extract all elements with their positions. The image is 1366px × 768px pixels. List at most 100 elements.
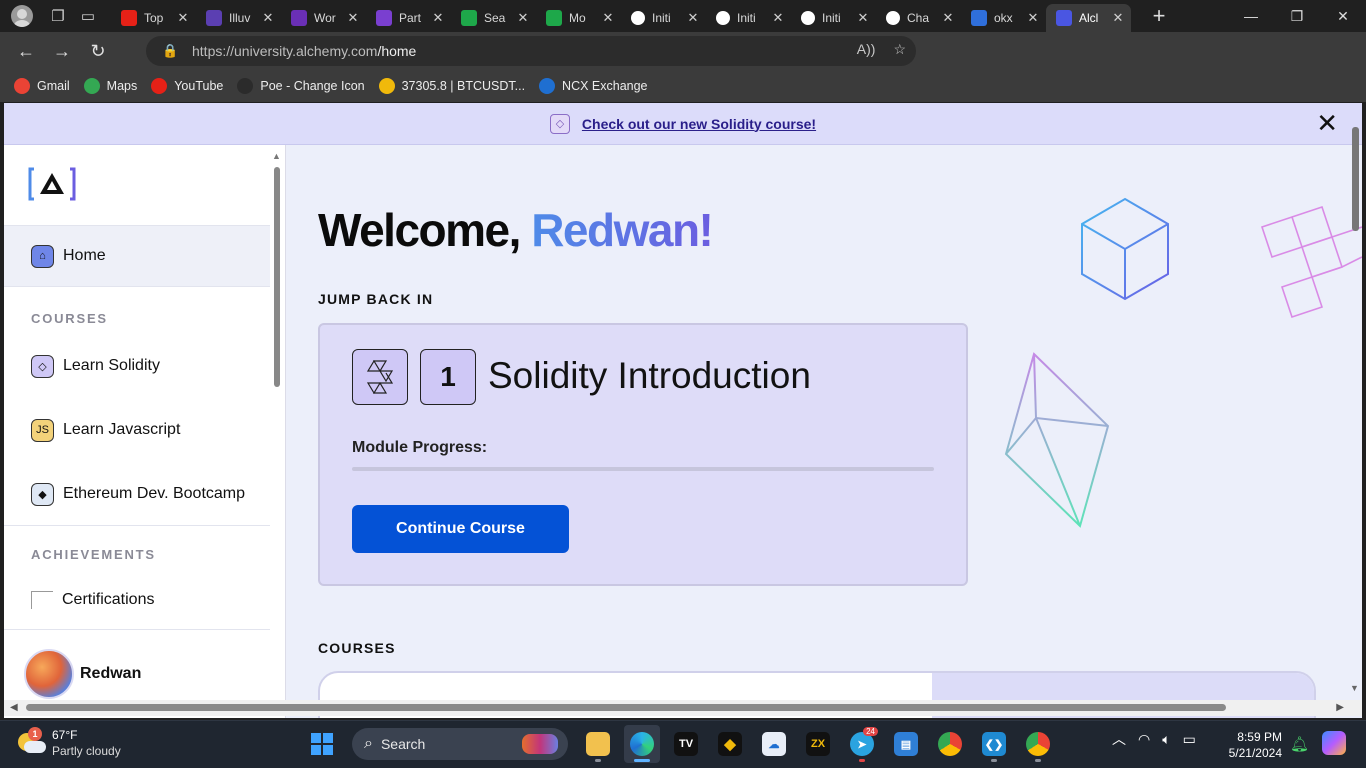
binance-app[interactable]: ◆ [712, 725, 748, 763]
notification-bell-icon[interactable]: 🔔︎ [1290, 735, 1309, 753]
profile-icon[interactable] [11, 5, 33, 27]
sidebar-item-home[interactable]: ⌂ Home [4, 225, 270, 287]
solidity-badge [352, 349, 408, 405]
start-button[interactable] [304, 725, 340, 763]
weather-condition: Partly cloudy [52, 744, 121, 758]
scrollbar-thumb[interactable] [1352, 127, 1359, 231]
bookmark-item[interactable]: Maps [83, 78, 137, 94]
sidebar-item-learn-javascript[interactable]: JS Learn Javascript [4, 399, 270, 461]
scroll-up-icon[interactable]: ▲ [272, 151, 281, 161]
close-banner-button[interactable]: ✕ [1316, 110, 1338, 136]
tab-close-icon[interactable]: ✕ [1026, 10, 1040, 26]
bookmark-label: Poe - Change Icon [260, 79, 365, 93]
cloud-app[interactable]: ☁ [756, 725, 792, 763]
bookmark-item[interactable]: Poe - Change Icon [237, 78, 365, 94]
browser-tab[interactable]: Part ✕ [366, 4, 451, 32]
tab-close-icon[interactable]: ✕ [516, 10, 530, 26]
file-explorer-app[interactable] [580, 725, 616, 763]
window-controls: — ❐ ✕ [1228, 0, 1366, 32]
continue-course-button[interactable]: Continue Course [352, 505, 569, 553]
browser-tab[interactable]: okx ✕ [961, 4, 1046, 32]
browser-tab[interactable]: Cha ✕ [876, 4, 961, 32]
tab-close-icon[interactable]: ✕ [601, 10, 615, 26]
scrollbar-thumb[interactable] [26, 704, 1226, 711]
forward-button[interactable]: → [44, 35, 80, 67]
bookmark-item[interactable]: Gmail [14, 78, 70, 94]
edge-icon [630, 732, 654, 756]
trading-app[interactable]: ZX [800, 725, 836, 763]
minimize-button[interactable]: — [1228, 0, 1274, 32]
favorite-star-icon[interactable]: ☆ [893, 41, 906, 58]
sidebar-item-learn-solidity[interactable]: ◇ Learn Solidity [4, 335, 270, 397]
chevron-up-icon[interactable]: ︿ [1112, 729, 1126, 749]
battery-icon[interactable]: ▭ [1183, 731, 1196, 748]
bookmark-item[interactable]: NCX Exchange [539, 78, 648, 94]
chrome-app-2[interactable] [1020, 725, 1056, 763]
tab-actions-icon[interactable]: ▭ [73, 1, 103, 31]
tab-close-icon[interactable]: ✕ [176, 10, 190, 26]
read-aloud-icon[interactable]: A)) [857, 41, 876, 58]
alchemy-logo[interactable] [28, 167, 76, 201]
bookmark-item[interactable]: YouTube [151, 78, 223, 94]
tab-close-icon[interactable]: ✕ [856, 10, 870, 26]
browser-tab[interactable]: Wor ✕ [281, 4, 366, 32]
workspaces-icon[interactable]: ❐ [43, 1, 73, 31]
tab-close-icon[interactable]: ✕ [1111, 10, 1125, 26]
weather-widget[interactable]: 1 67°F Partly cloudy [16, 727, 121, 759]
system-tray: ︿ ◠ 🔈︎ ▭ [1112, 729, 1196, 749]
browser-tab[interactable]: Alcl ✕ [1046, 4, 1131, 32]
scrollbar-thumb[interactable] [274, 167, 280, 387]
scroll-right-icon[interactable]: ▶ [1336, 702, 1344, 713]
url-text[interactable]: https://university.alchemy.com/home [192, 43, 416, 59]
clock[interactable]: 8:59 PM 5/21/2024 [1224, 729, 1282, 761]
browser-tab[interactable]: Top ✕ [111, 4, 196, 32]
browser-tab[interactable]: Initi ✕ [621, 4, 706, 32]
weather-alert-badge: 1 [28, 727, 42, 741]
tab-close-icon[interactable]: ✕ [686, 10, 700, 26]
resume-course-card: 1 Solidity Introduction Module Progress:… [318, 323, 968, 586]
url-path: /home [377, 43, 417, 59]
scroll-left-icon[interactable]: ◀ [10, 702, 18, 713]
refresh-button[interactable]: ↻ [80, 35, 116, 67]
broken-image-icon [31, 591, 53, 609]
tradingview-app[interactable]: TV [668, 725, 704, 763]
sidebar-scrollbar[interactable]: ▲ [270, 145, 284, 705]
telegram-app[interactable]: ➤ 24 [844, 725, 880, 763]
tab-close-icon[interactable]: ✕ [261, 10, 275, 26]
copilot-taskbar-icon[interactable] [1322, 731, 1346, 755]
notes-app[interactable]: ▤ [888, 725, 924, 763]
chrome-app[interactable] [932, 725, 968, 763]
swirl-icon [376, 10, 392, 26]
back-button[interactable]: ← [8, 35, 44, 67]
browser-tab[interactable]: Mo ✕ [536, 4, 621, 32]
volume-icon[interactable]: 🔈︎ [1162, 731, 1170, 748]
browser-tab[interactable]: Initi ✕ [791, 4, 876, 32]
taskbar-search[interactable]: ⌕ Search [352, 728, 568, 760]
bookmark-item[interactable]: 37305.8 | BTCUSDT... [378, 78, 525, 94]
scroll-down-icon[interactable]: ▼ [1350, 683, 1359, 693]
date: 5/21/2024 [1228, 746, 1282, 760]
tab-close-icon[interactable]: ✕ [941, 10, 955, 26]
new-tab-button[interactable]: + [1143, 2, 1175, 30]
sidebar-item-label: Learn Javascript [63, 421, 181, 438]
page-scrollbar[interactable]: ▼ [1348, 121, 1362, 701]
browser-tab[interactable]: Initi ✕ [706, 4, 791, 32]
horizontal-scrollbar[interactable]: ◀ ▶ [4, 700, 1362, 716]
tab-close-icon[interactable]: ✕ [771, 10, 785, 26]
sidebar-item-ethereum-bootcamp[interactable]: ◆ Ethereum Dev. Bootcamp [4, 463, 270, 525]
browser-tab[interactable]: Illuv ✕ [196, 4, 281, 32]
taskbar: 1 67°F Partly cloudy ⌕ Search TV ◆ ☁ ZX … [0, 720, 1366, 768]
restore-button[interactable]: ❐ [1274, 0, 1320, 32]
address-bar[interactable]: 🔒 https://university.alchemy.com/home A)… [146, 36, 916, 66]
lock-icon[interactable]: 🔒 [162, 43, 178, 59]
close-window-button[interactable]: ✕ [1320, 0, 1366, 32]
tab-close-icon[interactable]: ✕ [346, 10, 360, 26]
browser-tab[interactable]: Sea ✕ [451, 4, 536, 32]
edge-app[interactable] [624, 725, 660, 763]
solidity-course-link[interactable]: Check out our new Solidity course! [582, 116, 816, 132]
avatar[interactable] [24, 649, 74, 699]
tab-close-icon[interactable]: ✕ [431, 10, 445, 26]
sidebar-item-certifications[interactable]: Certifications [4, 569, 270, 631]
wifi-icon[interactable]: ◠ [1138, 731, 1150, 748]
vscode-app[interactable]: ❮❯ [976, 725, 1012, 763]
